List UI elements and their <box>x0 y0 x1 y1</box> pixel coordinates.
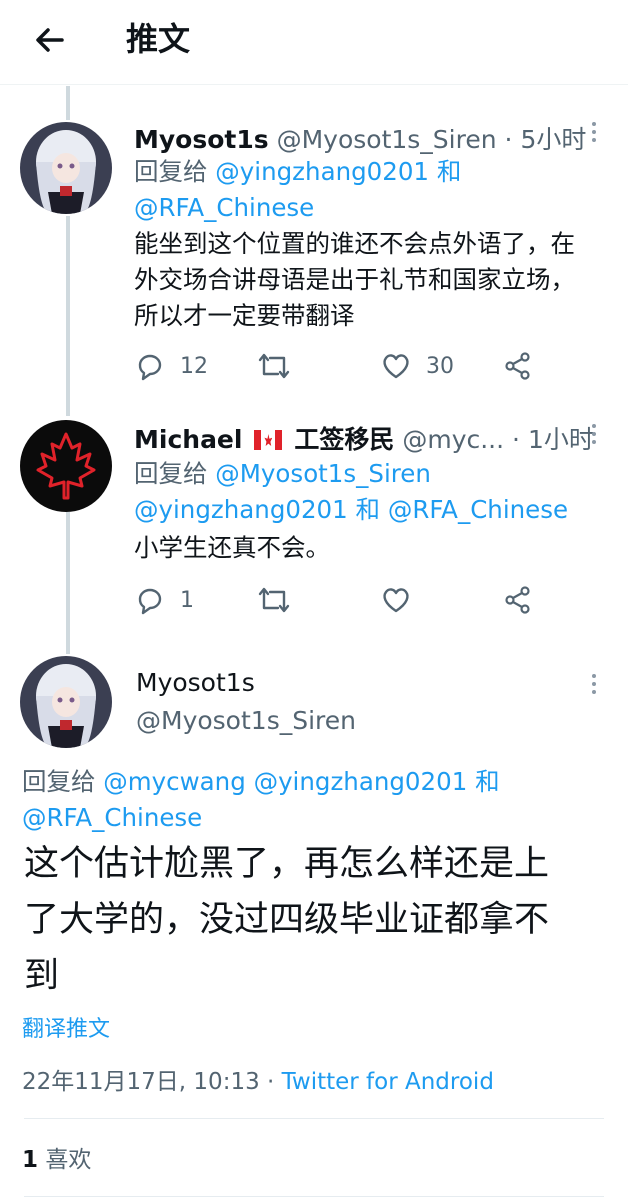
reply-count: 1 <box>180 587 194 613</box>
likes-summary[interactable]: 1 喜欢 <box>22 1142 91 1178</box>
reply-prefix: 回复给 <box>22 767 96 796</box>
reply-2-header: Michael 工签移民 @myc... · 1小时 <box>134 420 594 456</box>
tweet-meta: 22年11月17日, 10:13 · Twitter for Android <box>22 1064 494 1100</box>
reply-icon <box>138 354 162 381</box>
tweet-timestamp: 22年11月17日, 10:13 <box>22 1069 260 1095</box>
reply-prefix: 回复给 <box>134 157 208 186</box>
source-link[interactable]: Twitter for Android <box>282 1069 494 1095</box>
and-text: 和 <box>436 157 462 186</box>
reply-1-header: Myosot1s @Myosot1s_Siren · 5小时 <box>134 120 586 156</box>
page-title: 推文 <box>126 20 191 58</box>
thread-line <box>66 86 70 120</box>
divider <box>24 1118 604 1119</box>
mention-link[interactable]: @RFA_Chinese <box>388 495 568 524</box>
mention-link[interactable]: @RFA_Chinese <box>134 193 314 222</box>
like-count: 30 <box>426 353 454 379</box>
more-options-icon[interactable] <box>582 120 606 144</box>
retweet-button[interactable] <box>256 582 292 618</box>
mention-link[interactable]: @yingzhang0201 <box>254 767 468 796</box>
share-button[interactable] <box>502 582 534 618</box>
thread-line <box>66 216 70 416</box>
canada-flag-icon <box>254 430 283 450</box>
heart-icon <box>383 588 409 613</box>
avatar[interactable] <box>20 122 112 214</box>
text-line: 了大学的，没过四级毕业证都拿不 <box>24 900 550 940</box>
like-button[interactable]: 30 <box>380 348 454 384</box>
like-button[interactable] <box>380 582 412 618</box>
retweet-icon <box>258 587 290 613</box>
timestamp[interactable]: 5小时 <box>520 125 586 154</box>
thread-line <box>66 512 70 654</box>
handle[interactable]: @myc... <box>402 425 504 454</box>
likes-count: 1 <box>22 1147 39 1173</box>
back-arrow-icon[interactable] <box>28 18 72 62</box>
mention-link[interactable]: @Myosot1s_Siren <box>215 459 431 488</box>
text-line: 到 <box>24 956 60 996</box>
text-line: 所以才一定要带翻译 <box>134 301 355 330</box>
translate-tweet-link[interactable]: 翻译推文 <box>22 1012 110 1048</box>
display-name[interactable]: Michael <box>134 425 242 454</box>
share-icon <box>505 352 530 380</box>
display-name-suffix[interactable]: 工签移民 <box>294 425 394 454</box>
text-line: 这个估计尬黑了，再怎么样还是上 <box>24 844 550 884</box>
display-name[interactable]: Myosot1s <box>134 125 269 154</box>
main-replying-to: 回复给 @mycwang @yingzhang0201 和 @RFA_Chine… <box>22 764 612 836</box>
likes-label: 喜欢 <box>45 1147 92 1173</box>
mention-link[interactable]: @RFA_Chinese <box>22 803 202 832</box>
and-text: 和 <box>355 495 381 524</box>
mention-link[interactable]: @yingzhang0201 <box>215 157 429 186</box>
mention-link[interactable]: @yingzhang0201 <box>134 495 348 524</box>
heart-icon <box>383 354 409 379</box>
main-handle[interactable]: @Myosot1s_Siren <box>136 706 356 735</box>
reply-1-replying-to: 回复给 @yingzhang0201 和 @RFA_Chinese <box>134 154 604 226</box>
divider <box>24 1196 604 1197</box>
reply-count: 12 <box>180 353 208 379</box>
reply-button[interactable]: 1 <box>134 582 194 618</box>
avatar[interactable] <box>20 656 112 748</box>
reply-button[interactable]: 12 <box>134 348 208 384</box>
share-button[interactable] <box>502 348 534 384</box>
share-icon <box>505 586 530 614</box>
retweet-button[interactable] <box>256 348 292 384</box>
mention-link[interactable]: @mycwang <box>103 767 245 796</box>
text-line: 小学生还真不会。 <box>134 533 330 562</box>
reply-2-replying-to: 回复给 @Myosot1s_Siren @yingzhang0201 和 @RF… <box>134 456 614 528</box>
handle[interactable]: @Myosot1s_Siren <box>277 125 497 154</box>
main-display-name[interactable]: Myosot1s <box>136 668 255 697</box>
text-line: 外交场合讲母语是出于礼节和国家立场， <box>134 265 575 294</box>
separator-dot: · <box>512 425 520 454</box>
and-text: 和 <box>475 767 500 796</box>
avatar[interactable] <box>20 420 112 512</box>
text-line: 能坐到这个位置的谁还不会点外语了，在 <box>134 229 575 258</box>
reply-2-text: 小学生还真不会。 <box>134 530 614 566</box>
retweet-icon <box>258 353 290 379</box>
main-tweet-text: 这个估计尬黑了，再怎么样还是上 了大学的，没过四级毕业证都拿不 到 <box>24 836 614 1004</box>
reply-icon <box>138 588 162 615</box>
reply-1-text: 能坐到这个位置的谁还不会点外语了，在 外交场合讲母语是出于礼节和国家立场， 所以… <box>134 226 614 334</box>
more-options-icon[interactable] <box>582 422 606 446</box>
top-bar: 推文 <box>0 0 628 85</box>
more-options-icon[interactable] <box>582 672 606 696</box>
separator-dot: · <box>504 125 513 154</box>
reply-prefix: 回复给 <box>134 459 208 488</box>
separator-dot: · <box>267 1069 275 1095</box>
